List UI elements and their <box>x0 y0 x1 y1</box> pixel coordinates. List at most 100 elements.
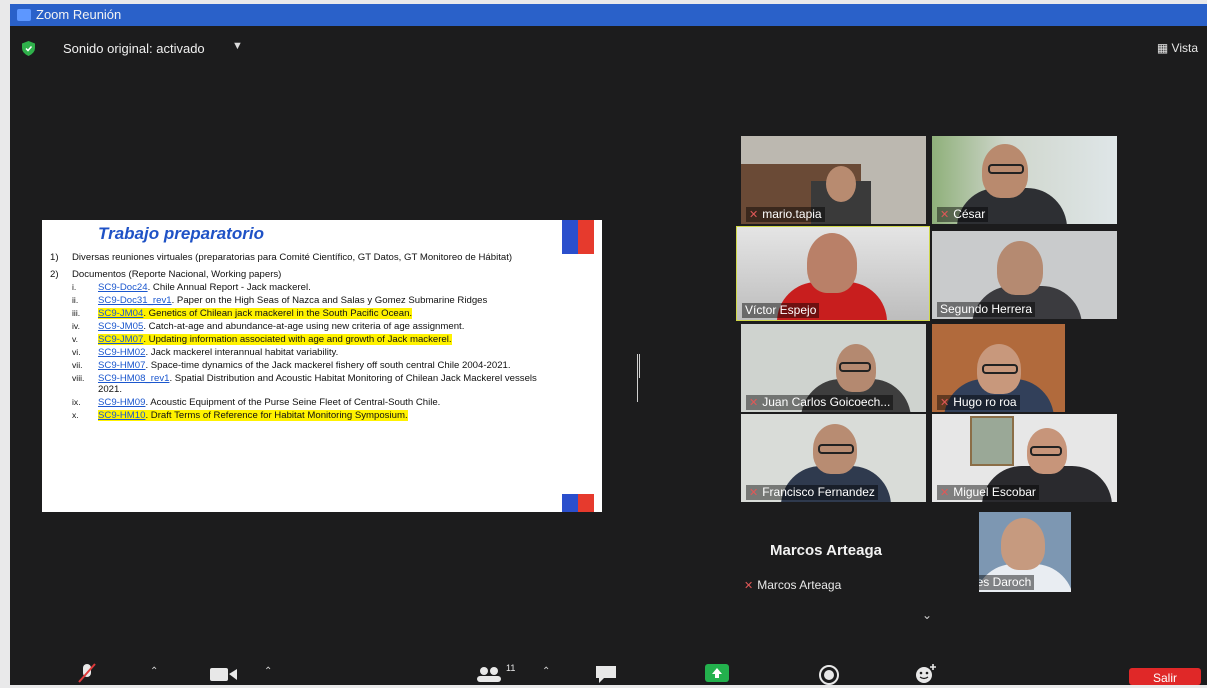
document-text: . Chile Annual Report - Jack mackerel. <box>147 282 311 293</box>
chile-flag-mark <box>562 494 594 512</box>
participant-name: ✕ Hugo ro roa <box>937 395 1020 410</box>
microphone-muted-icon: ✕ <box>940 487 950 499</box>
participant-tile-label[interactable]: ✕ Marcos Arteaga <box>744 578 841 592</box>
document-text: . Draft Terms of Reference for Habitat M… <box>145 410 408 421</box>
document-link[interactable]: SC9-JM07 <box>98 334 143 345</box>
slide-title: Trabajo preparatorio <box>98 224 264 243</box>
roman-numeral: viii. <box>72 373 85 383</box>
share-screen-icon[interactable] <box>705 664 729 682</box>
participant-tile[interactable]: Segundo Herrera <box>932 231 1117 319</box>
document-link[interactable]: SC9-JM04 <box>98 308 143 319</box>
participant-name: ✕ Juan Carlos Goicoech... <box>746 395 894 410</box>
item-text: Diversas reuniones virtuales (preparator… <box>72 252 513 263</box>
microphone-muted-icon[interactable] <box>76 662 98 684</box>
document-item: vii. SC9-HM07. Space-time dynamics of the… <box>72 360 560 371</box>
video-camera-icon[interactable] <box>210 666 240 682</box>
document-link[interactable]: SC9-Doc31_rev1 <box>98 295 172 306</box>
document-item: i. SC9-Doc24. Chile Annual Report - Jack … <box>72 282 560 293</box>
roman-numeral: vii. <box>72 360 83 370</box>
participant-tile[interactable]: ✕ Hugo ro roa <box>932 324 1065 412</box>
glasses <box>818 444 854 454</box>
shield-icon[interactable] <box>22 41 35 56</box>
roman-numeral: i. <box>72 282 77 292</box>
participant-no-video-name: Marcos Arteaga <box>770 542 882 559</box>
slide-item: 2) Documentos (Reporte Nacional, Working… <box>50 269 560 280</box>
roman-numeral: v. <box>72 334 79 344</box>
participant-name: ✕ mario.tapia <box>746 207 825 222</box>
document-text: . Space-time dynamics of the Jack macker… <box>145 360 511 371</box>
participant-name: ✕ Francisco Fernandez <box>746 485 878 500</box>
document-link[interactable]: SC9-HM07 <box>98 360 145 371</box>
chat-icon[interactable] <box>594 664 618 684</box>
item-number: 1) <box>50 252 59 263</box>
document-link[interactable]: SC9-HM09 <box>98 397 145 408</box>
slide-body: 1) Diversas reuniones virtuales (prepara… <box>50 252 560 423</box>
document-item: ix. SC9-HM09. Acoustic Equipment of the P… <box>72 397 560 408</box>
document-text: . Catch-at-age and abundance-at-age usin… <box>143 321 465 332</box>
slide-item: 1) Diversas reuniones virtuales (prepara… <box>50 252 560 263</box>
participant-tile[interactable]: ✕ Juan Carlos Goicoech... <box>741 324 926 412</box>
participant-tile[interactable]: ✕Andres Daroch <box>979 512 1071 592</box>
chevron-up-icon[interactable]: ⌃ <box>150 666 158 677</box>
glasses <box>1030 446 1062 456</box>
microphone-muted-icon: ✕ <box>749 487 759 499</box>
roman-numeral: iii. <box>72 308 81 318</box>
chevron-down-icon[interactable]: ⌄ <box>922 608 932 622</box>
document-item: x. SC9-HM10. Draft Terms of Reference for… <box>72 410 560 421</box>
document-item: v. SC9-JM07. Updating information associa… <box>72 334 560 345</box>
participants-icon[interactable] <box>476 666 502 682</box>
meeting-topbar: Sonido original: activado ▼ ▦ Vista <box>10 26 1207 64</box>
document-link[interactable]: SC9-HM10 <box>98 410 145 421</box>
chevron-down-icon[interactable]: ▼ <box>232 40 243 52</box>
record-icon[interactable] <box>818 664 840 686</box>
roman-numeral: vi. <box>72 347 81 357</box>
meeting-toolbar: ⌃ ⌃ 11 ⌃ Salir <box>10 654 1207 685</box>
zoom-window: Zoom Reunión Sonido original: activado ▼… <box>10 4 1207 685</box>
document-link[interactable]: SC9-Doc24 <box>98 282 148 293</box>
document-text: . Updating information associated with a… <box>143 334 452 345</box>
document-text: . Paper on the High Seas of Nazca and Sa… <box>171 295 488 306</box>
microphone-muted-icon: ✕ <box>749 397 759 409</box>
document-link[interactable]: SC9-HM08_rev1 <box>98 373 169 384</box>
participant-name: Víctor Espejo <box>742 303 820 318</box>
roman-numeral: iv. <box>72 321 80 331</box>
glasses <box>982 364 1018 374</box>
document-link[interactable]: SC9-JM05 <box>98 321 143 332</box>
participants-count: 11 <box>506 663 516 673</box>
participant-tile[interactable]: ✕ mario.tapia <box>741 136 926 224</box>
item-number: 2) <box>50 269 59 280</box>
document-item: ii. SC9-Doc31_rev1. Paper on the High Sea… <box>72 295 560 306</box>
roman-numeral: ii. <box>72 295 79 305</box>
split-view-handle[interactable] <box>637 354 642 402</box>
leave-button[interactable]: Salir <box>1129 668 1201 685</box>
document-link[interactable]: SC9-HM02 <box>98 347 145 358</box>
participant-tile[interactable]: ✕ Miguel Escobar <box>932 414 1117 502</box>
participant-tile[interactable]: ✕ Francisco Fernandez <box>741 414 926 502</box>
person-head <box>997 241 1043 295</box>
participant-tile-active-speaker[interactable]: Víctor Espejo <box>736 226 930 321</box>
document-item: viii. SC9-HM08_rev1. Spatial Distribution… <box>72 373 560 395</box>
microphone-muted-icon: ✕ <box>749 209 759 221</box>
view-label: Vista <box>1171 41 1198 55</box>
item-text: Documentos (Reporte Nacional, Working pa… <box>72 269 282 280</box>
document-text: . Genetics of Chilean jack mackerel in t… <box>143 308 413 319</box>
document-item: iii. SC9-JM04. Genetics of Chilean jack m… <box>72 308 560 319</box>
reactions-icon[interactable] <box>914 662 938 684</box>
shared-screen[interactable]: Trabajo preparatorio 1) Diversas reunion… <box>42 220 602 512</box>
chevron-up-icon[interactable]: ⌃ <box>542 666 550 677</box>
chevron-up-icon[interactable]: ⌃ <box>264 666 272 677</box>
document-item: vi. SC9-HM02. Jack mackerel interannual h… <box>72 347 560 358</box>
microphone-muted-icon: ✕ <box>940 397 950 409</box>
window-title: Zoom Reunión <box>36 7 122 22</box>
roman-numeral: x. <box>72 410 79 420</box>
participant-tile[interactable]: ✕ César <box>932 136 1117 224</box>
person-head <box>807 233 857 293</box>
chile-flag-mark <box>562 220 594 254</box>
wall-painting <box>970 416 1014 466</box>
roman-numeral: ix. <box>72 397 81 407</box>
participant-name: Segundo Herrera <box>937 302 1036 317</box>
original-sound-toggle[interactable]: Sonido original: activado <box>63 41 205 56</box>
view-button[interactable]: ▦ Vista <box>1157 41 1198 55</box>
glasses <box>988 164 1024 174</box>
person-head <box>1001 518 1045 570</box>
